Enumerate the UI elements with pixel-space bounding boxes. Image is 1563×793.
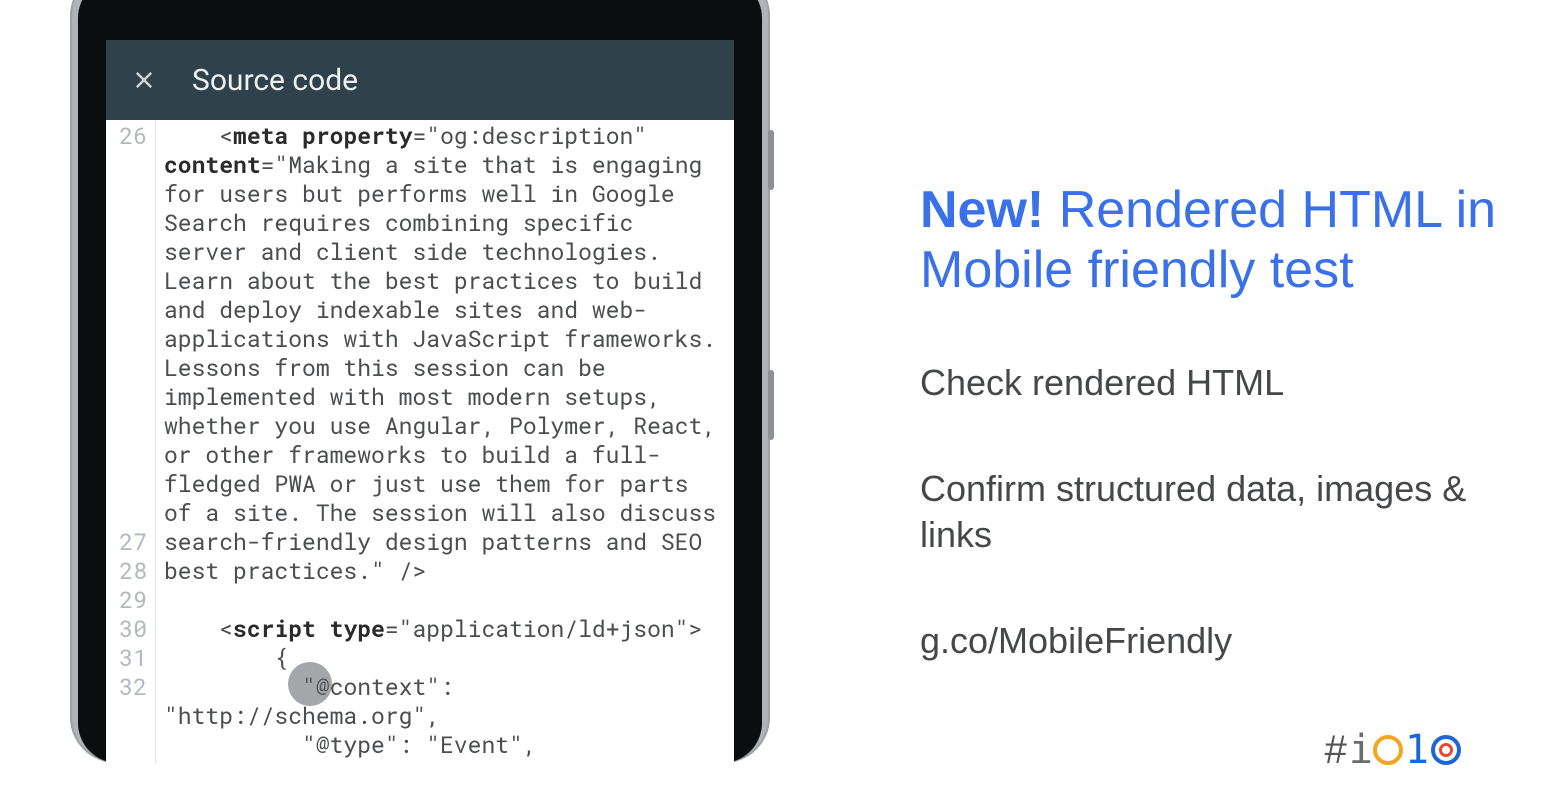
slide-bullet: Check rendered HTML: [920, 360, 1503, 406]
line-number: 27: [106, 528, 147, 557]
phone-column: Source code 26272829303132 <meta propert…: [0, 0, 840, 793]
app-bar-title: Source code: [192, 63, 358, 98]
code-text: "name": "[Session] Deliver search-friend…: [164, 759, 675, 763]
code-text: {: [164, 643, 288, 673]
line-number-gutter: 26 272829303132: [106, 120, 156, 763]
line-number: [106, 238, 147, 267]
line-number: 29: [106, 586, 147, 615]
line-number: [106, 296, 147, 325]
code-keyword: meta property: [233, 121, 412, 151]
io18-logo: #i1: [1325, 727, 1463, 773]
text-column: New! Rendered HTML in Mobile friendly te…: [840, 0, 1563, 793]
headline-new-badge: New!: [920, 181, 1044, 239]
line-number: [106, 325, 147, 354]
code-text: <: [164, 614, 233, 644]
line-number: [106, 151, 147, 180]
code-content: <meta property="og:description" content=…: [156, 120, 734, 763]
code-text: ="og:description": [412, 121, 660, 151]
line-number: 30: [106, 615, 147, 644]
code-text: [164, 121, 219, 151]
line-number: 32: [106, 673, 147, 702]
code-text: "@type": "Event",: [164, 730, 537, 760]
line-number: [106, 180, 147, 209]
close-button[interactable]: [124, 60, 164, 100]
slide-headline: New! Rendered HTML in Mobile friendly te…: [920, 180, 1503, 300]
code-text: <: [219, 121, 233, 151]
line-number: [106, 499, 147, 528]
line-number: [106, 383, 147, 412]
slide-link-text: g.co/MobileFriendly: [920, 618, 1503, 664]
logo-o-icon: [1373, 735, 1403, 765]
code-keyword: script type: [233, 614, 385, 644]
phone-frame: Source code 26272829303132 <meta propert…: [70, 0, 770, 763]
line-number: [106, 470, 147, 499]
logo-letter: 1: [1405, 727, 1429, 773]
app-bar: Source code: [106, 40, 734, 120]
line-number: [106, 441, 147, 470]
code-text: ="application/ld+json">: [385, 614, 702, 644]
line-number: 31: [106, 644, 147, 673]
line-number: [106, 412, 147, 441]
phone-screen: Source code 26272829303132 <meta propert…: [106, 40, 734, 763]
line-number: [106, 267, 147, 296]
phone-side-button: [768, 370, 774, 440]
code-text: "@context": "http://schema.org",: [164, 672, 468, 731]
slide: Source code 26272829303132 <meta propert…: [0, 0, 1563, 793]
logo-o-icon: [1431, 735, 1461, 765]
slide-bullet: Confirm structured data, images & links: [920, 466, 1503, 558]
line-number: [106, 354, 147, 383]
line-number: [106, 702, 147, 731]
code-text: ="Making a site that is engaging for use…: [164, 150, 730, 586]
line-number: [106, 209, 147, 238]
close-icon: [131, 67, 157, 93]
line-number: 26: [106, 122, 147, 151]
code-keyword: content: [164, 150, 261, 180]
line-number: [106, 731, 147, 760]
logo-letter: i: [1349, 727, 1371, 773]
source-code-viewer[interactable]: 26272829303132 <meta property="og:descri…: [106, 120, 734, 763]
phone-side-button: [768, 130, 774, 190]
hash-icon: #: [1325, 728, 1347, 773]
line-number: 28: [106, 557, 147, 586]
